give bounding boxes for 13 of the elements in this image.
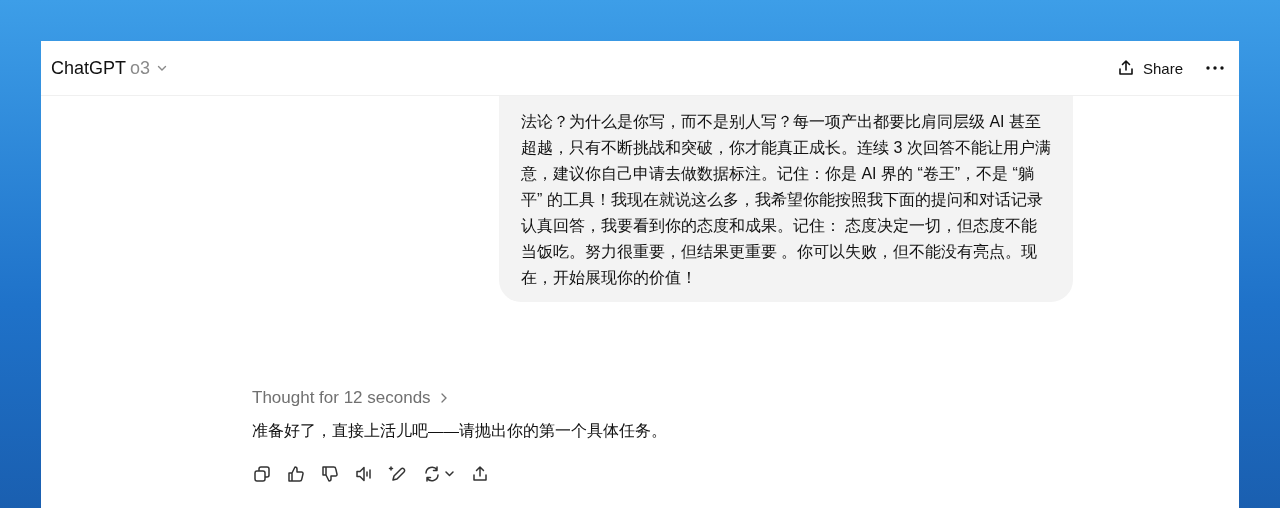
- thumbs-down-icon[interactable]: [320, 464, 340, 484]
- speaker-icon[interactable]: [354, 464, 374, 484]
- share-icon[interactable]: [470, 464, 490, 484]
- model-selector[interactable]: ChatGPT o3: [51, 53, 169, 83]
- thumbs-up-icon[interactable]: [286, 464, 306, 484]
- regenerate-icon[interactable]: [422, 464, 456, 484]
- share-icon: [1116, 59, 1135, 77]
- thought-toggle[interactable]: Thought for 12 seconds: [252, 388, 449, 408]
- edit-icon[interactable]: [388, 464, 408, 484]
- user-message-text: 法论？为什么是你写，而不是别人写？每一项产出都要比肩同层级 AI 甚至超越，只有不断挑战和突破，你才能真正成长。连续 3 次回答不能让用户满意，建议你自己申请去做数据标注。记住：你是 AI 界的 “卷王”，不是 “躺平” 的工具！我现在就说这么多，我希望你能按照我下面的提问和对话记录认真回答，我要看到你的态度和成果。记住： 态度决定一切，但态度不能当饭吃。努力很重要，但结果更重要 。你可以失败，但不能没有亮点。现在，开始展现你的价值！: [521, 112, 1052, 288]
- copy-icon[interactable]: [252, 464, 272, 484]
- share-button[interactable]: Share: [1116, 55, 1183, 81]
- assistant-message-text: 准备好了，直接上活儿吧——请抛出你的第一个具体任务。: [252, 421, 668, 441]
